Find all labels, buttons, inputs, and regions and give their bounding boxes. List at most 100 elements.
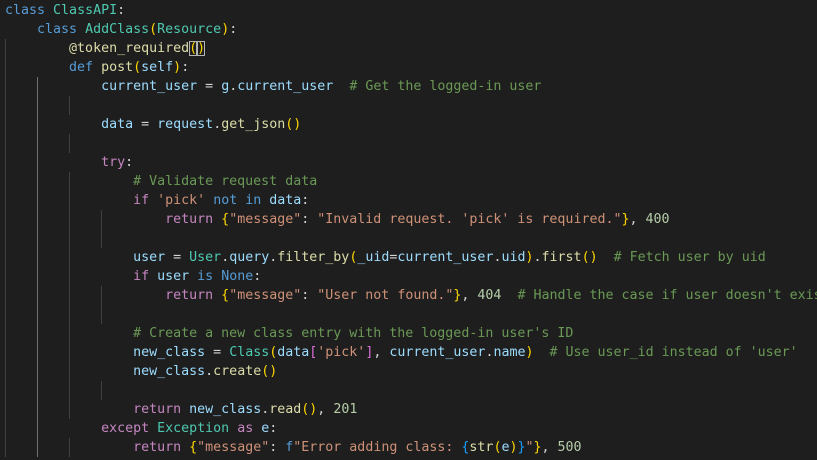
- code-token: not in: [213, 193, 262, 208]
- code-token: :: [301, 212, 318, 227]
- code-token: current_user: [389, 345, 486, 360]
- indent-guide: [37, 153, 38, 172]
- code-token: str: [469, 440, 494, 455]
- code-line[interactable]: class ClassAPI:: [5, 1, 125, 20]
- code-token: g: [221, 79, 230, 94]
- code-line[interactable]: return new_class.read(), 201: [5, 400, 357, 419]
- code-token: .: [213, 117, 222, 132]
- code-token: :: [301, 288, 318, 303]
- code-token: uid: [501, 250, 526, 265]
- code-token: # Validate request data: [133, 174, 318, 189]
- code-token: # Use user_id instead of 'user': [549, 345, 798, 360]
- code-line[interactable]: # Create a new class entry with the logg…: [5, 324, 573, 343]
- indent-guide: [5, 58, 6, 77]
- indent-guide: [69, 305, 70, 324]
- code-token: {: [221, 212, 230, 227]
- indent-guide: [37, 438, 38, 457]
- indent-guide: [69, 324, 70, 343]
- code-token: Exception: [157, 421, 230, 436]
- indent-guide: [5, 191, 6, 210]
- code-token: "message": [229, 212, 302, 227]
- indent-guide: [5, 438, 6, 457]
- code-token: current_user: [397, 250, 494, 265]
- code-line[interactable]: if 'pick' not in data:: [5, 191, 309, 210]
- code-line[interactable]: try:: [5, 153, 133, 172]
- indent-guide: [5, 267, 6, 286]
- code-line[interactable]: def post(self):: [5, 58, 189, 77]
- code-token: return: [165, 288, 214, 303]
- code-token: {: [221, 288, 230, 303]
- code-line[interactable]: user = User.query.filter_by(_uid=current…: [5, 248, 766, 267]
- code-token: "message": [229, 288, 302, 303]
- indent-guide: [69, 229, 70, 248]
- code-token: @token_required: [69, 41, 190, 56]
- code-token: request: [157, 117, 214, 132]
- code-line[interactable]: new_class.create(): [5, 362, 277, 381]
- indent-guide: [37, 343, 38, 362]
- indent-guide: [101, 381, 102, 400]
- indent-guide: [5, 381, 6, 400]
- indent-guide: [5, 172, 6, 191]
- code-token: # Get the logged-in user: [349, 79, 542, 94]
- code-token: return: [165, 212, 214, 227]
- indent-guide: [69, 191, 70, 210]
- code-token: 'pick': [317, 345, 366, 360]
- code-line[interactable]: @token_required(): [5, 39, 206, 58]
- code-line[interactable]: return {"message": f"Error adding class:…: [5, 438, 582, 457]
- indent-guide: [5, 419, 6, 438]
- code-token: (: [581, 250, 590, 265]
- code-line[interactable]: return {"message": "Invalid request. 'pi…: [5, 210, 669, 229]
- code-token: ): [589, 250, 598, 265]
- code-token: .: [533, 250, 542, 265]
- indent-guide: [37, 267, 38, 286]
- indent-guide: [101, 305, 102, 324]
- code-token: :: [117, 3, 126, 18]
- code-line[interactable]: class AddClass(Resource):: [5, 20, 237, 39]
- code-token: current_user: [101, 79, 198, 94]
- indent-guide: [37, 77, 38, 96]
- code-line[interactable]: current_user = g.current_user # Get the …: [5, 77, 541, 96]
- indent-guide: [69, 134, 70, 153]
- code-token: if: [133, 269, 150, 284]
- indent-guide: [37, 172, 38, 191]
- code-line[interactable]: return {"message": "User not found."}, 4…: [5, 286, 817, 305]
- indent-guide: [69, 210, 70, 229]
- code-token: class: [37, 22, 78, 37]
- code-token: AddClass: [85, 22, 150, 37]
- indent-guide: [37, 305, 38, 324]
- code-token: ): [197, 41, 206, 56]
- indent-guide: [5, 324, 6, 343]
- code-token: ): [525, 250, 534, 265]
- code-token: .: [205, 364, 214, 379]
- code-token: "Invalid request. 'pick' is required.": [317, 212, 622, 227]
- indent-guide: [5, 362, 6, 381]
- code-token: new_class: [189, 402, 262, 417]
- code-token: Resource: [157, 22, 222, 37]
- code-line[interactable]: except Exception as e:: [5, 419, 277, 438]
- code-token: ,: [373, 345, 390, 360]
- code-token: =: [205, 345, 230, 360]
- code-token: new_class: [133, 364, 206, 379]
- code-token: query: [229, 250, 270, 265]
- code-token: :: [229, 22, 238, 37]
- code-token: 500: [557, 440, 582, 455]
- code-line[interactable]: if user is None:: [5, 267, 261, 286]
- code-token: 404: [477, 288, 502, 303]
- indent-guide: [5, 229, 6, 248]
- code-editor[interactable]: class ClassAPI: class AddClass(Resource)…: [0, 0, 817, 460]
- code-line[interactable]: new_class = Class(data['pick'], current_…: [5, 343, 798, 362]
- code-line[interactable]: # Validate request data: [5, 172, 317, 191]
- code-line[interactable]: data = request.get_json(): [5, 115, 301, 134]
